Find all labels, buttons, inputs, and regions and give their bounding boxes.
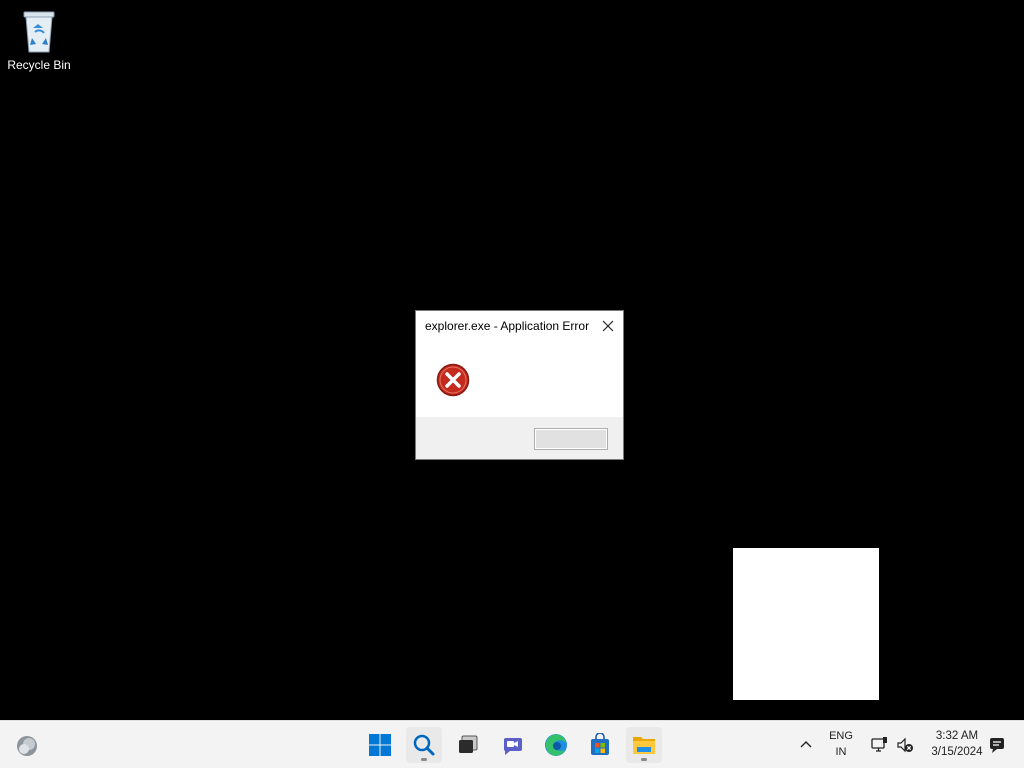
search-icon bbox=[413, 734, 435, 756]
taskbar: ENG IN 3:32 AM 3/15/2024 bbox=[0, 720, 1024, 768]
chat-button[interactable] bbox=[494, 727, 530, 763]
dialog-titlebar[interactable]: explorer.exe - Application Error bbox=[416, 311, 623, 341]
dialog-footer bbox=[416, 417, 623, 459]
chevron-up-icon bbox=[800, 741, 812, 748]
file-explorer-icon bbox=[633, 737, 655, 754]
task-view-icon bbox=[459, 735, 478, 753]
show-hidden-icons-button[interactable] bbox=[789, 727, 823, 763]
dialog-body bbox=[416, 341, 623, 417]
dialog-title: explorer.exe - Application Error bbox=[425, 319, 590, 333]
close-icon bbox=[602, 320, 614, 332]
recycle-bin-icon bbox=[19, 8, 59, 54]
desktop: Recycle Bin explorer.exe - Application E… bbox=[0, 0, 1024, 720]
recycle-bin-shortcut[interactable]: Recycle Bin bbox=[4, 8, 74, 72]
search-button[interactable] bbox=[406, 727, 442, 763]
notification-icon bbox=[990, 738, 1004, 753]
widgets-button[interactable] bbox=[12, 731, 42, 761]
weather-icon bbox=[17, 736, 37, 756]
network-disconnected-icon bbox=[871, 737, 887, 752]
recycle-bin-label: Recycle Bin bbox=[7, 58, 71, 72]
application-error-dialog: explorer.exe - Application Error bbox=[415, 310, 624, 460]
volume-button[interactable] bbox=[892, 727, 918, 763]
start-button[interactable] bbox=[362, 727, 398, 763]
windows-start-icon bbox=[369, 734, 391, 756]
store-icon bbox=[591, 733, 609, 755]
edge-button[interactable] bbox=[538, 727, 574, 763]
store-button[interactable] bbox=[582, 727, 618, 763]
network-button[interactable] bbox=[866, 727, 892, 763]
close-button[interactable] bbox=[597, 315, 619, 337]
file-explorer-button[interactable] bbox=[626, 727, 662, 763]
ok-button[interactable] bbox=[534, 428, 608, 450]
error-icon bbox=[436, 363, 470, 397]
edge-icon bbox=[545, 734, 567, 756]
blank-window bbox=[733, 548, 879, 700]
language-indicator[interactable]: ENG IN bbox=[822, 728, 860, 760]
language-region: IN bbox=[835, 746, 847, 758]
volume-muted-icon bbox=[897, 737, 913, 753]
notification-button[interactable] bbox=[984, 727, 1010, 763]
chat-icon bbox=[503, 738, 522, 755]
task-view-button[interactable] bbox=[450, 727, 486, 763]
language-code: ENG bbox=[829, 730, 853, 742]
